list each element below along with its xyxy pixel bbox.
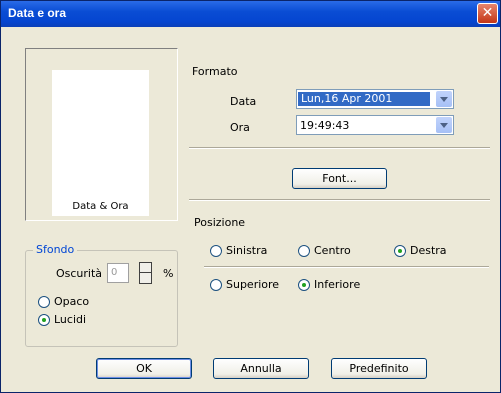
opaco-radio[interactable] [38,296,50,308]
percent-label: % [163,267,174,280]
ora-label: Ora [230,121,250,134]
spin-up-button[interactable] [140,263,151,273]
data-select-value: Lun,16 Apr 2001 [298,92,430,106]
superiore-label[interactable]: Superiore [226,278,279,291]
dialog-title: Data e ora [8,6,67,20]
sinistra-radio[interactable] [210,245,222,257]
spin-down-button[interactable] [140,273,151,283]
oscurita-label: Oscurità [56,267,103,280]
sinistra-label[interactable]: Sinistra [226,244,267,257]
inferiore-label[interactable]: Inferiore [314,278,360,291]
oscurita-input[interactable]: 0 [107,263,129,283]
chevron-down-icon[interactable] [436,91,452,107]
divider [189,199,490,201]
chevron-down-icon[interactable] [436,117,452,133]
sfondo-legend: Sfondo [33,243,78,256]
ok-button[interactable]: OK [96,358,192,379]
annulla-button[interactable]: Annulla [213,358,309,379]
predefinito-button[interactable]: Predefinito [331,358,427,379]
centro-label[interactable]: Centro [314,244,351,257]
centro-radio[interactable] [298,245,310,257]
divider [204,266,489,268]
ora-select-value: 19:49:43 [300,119,350,132]
preview-text: Data & Ora [72,201,129,212]
data-select[interactable]: Lun,16 Apr 2001 [296,89,454,109]
oscurita-stepper[interactable] [139,262,152,284]
destra-radio[interactable] [394,245,406,257]
superiore-radio[interactable] [210,279,222,291]
inferiore-radio[interactable] [298,279,310,291]
data-label: Data [230,95,257,108]
ora-select[interactable]: 19:49:43 [296,115,454,135]
dialog-window: Data e ora ✕ Data & Ora Sfondo Oscurità … [0,0,501,393]
preview-page: Data & Ora [52,70,149,216]
divider [189,147,490,149]
destra-label[interactable]: Destra [410,244,447,257]
posizione-heading: Posizione [194,216,246,229]
title-bar[interactable]: Data e ora ✕ [1,1,500,27]
formato-heading: Formato [192,65,238,78]
font-button[interactable]: Font... [292,168,387,189]
opaco-label[interactable]: Opaco [54,295,89,308]
close-icon: ✕ [481,5,494,21]
lucidi-radio[interactable] [38,314,50,326]
close-button[interactable]: ✕ [477,3,498,24]
lucidi-label[interactable]: Lucidi [54,313,86,326]
